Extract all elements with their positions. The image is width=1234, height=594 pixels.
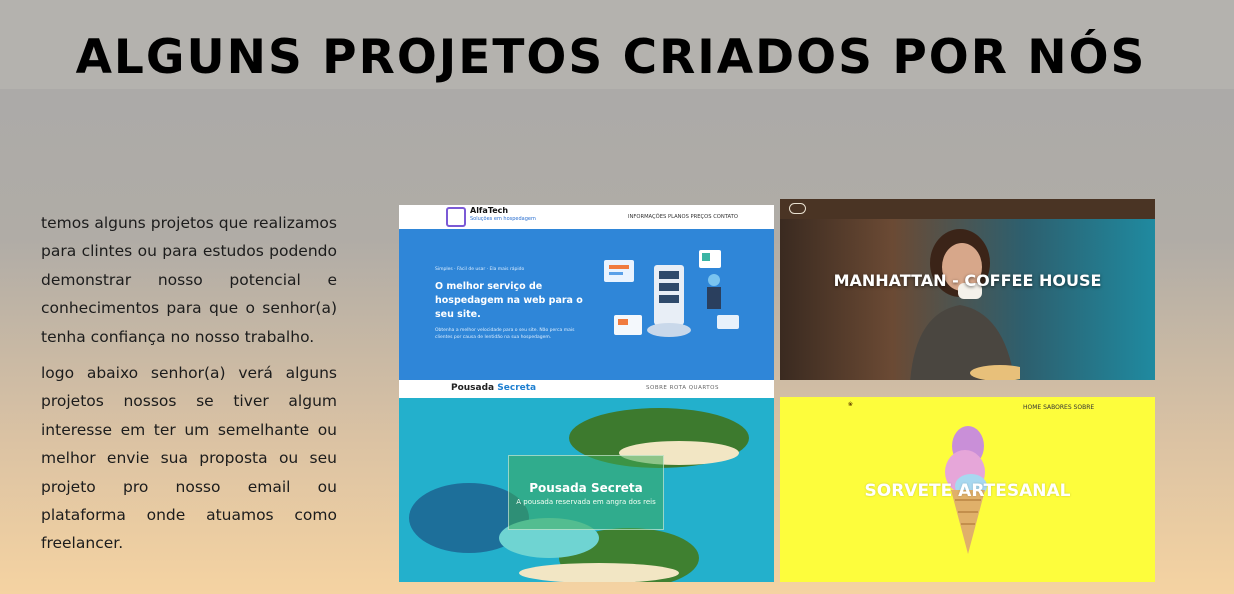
server-logo-icon <box>446 207 466 227</box>
pousada-brand-first: Pousada <box>451 383 495 393</box>
project-thumbnail-coffee[interactable]: MANHATTAN - COFFEE HOUSE <box>780 199 1155 380</box>
pousada-overlay: Pousada Secreta A pousada reservada em a… <box>508 455 664 530</box>
hosting-illustration-icon <box>604 250 739 337</box>
page-title: ALGUNS PROJETOS CRIADOS POR NÓS <box>75 30 1147 85</box>
intro-text: temos alguns projetos que realizamos par… <box>41 209 337 566</box>
project-thumbnail-sorvete[interactable]: ❀ HOME SABORES SOBRE SORVETE ARTESANAL <box>780 397 1155 582</box>
alfatech-brand: AlfaTech <box>470 206 509 215</box>
project-thumbnail-alfatech[interactable]: AlfaTech Soluções em hospedagem INFORMAÇ… <box>399 205 774 380</box>
woman-drinking-coffee-icon <box>910 229 1020 380</box>
pousada-brand: Pousada Secreta <box>451 383 536 393</box>
pousada-navbar: Pousada Secreta SOBRE ROTA QUARTOS <box>399 380 774 398</box>
alfatech-brand-sub: Soluções em hospedagem <box>470 216 536 222</box>
coffee-topbar <box>780 199 1155 219</box>
pousada-overlay-title: Pousada Secreta <box>529 481 643 495</box>
pousada-nav-links: SOBRE ROTA QUARTOS <box>646 385 719 391</box>
pousada-overlay-sub: A pousada reservada em angra dos reis <box>516 498 656 506</box>
pousada-brand-second: Secreta <box>497 383 537 393</box>
sorvete-logo-icon: ❀ <box>848 401 854 408</box>
alfatech-hero-heading: O melhor serviço de hospedagem na web pa… <box>435 281 583 320</box>
intro-paragraph-2: logo abaixo senhor(a) verá alguns projet… <box>41 364 337 553</box>
alfatech-tagline: Simples · Fácil de usar · Ela mais rápid… <box>435 267 525 272</box>
coffee-logo-icon <box>789 203 806 214</box>
sorvete-caption: SORVETE ARTESANAL <box>864 481 1071 501</box>
intro-paragraph-1: temos alguns projetos que realizamos par… <box>41 214 337 346</box>
sorvete-nav-links: HOME SABORES SOBRE <box>1023 404 1095 411</box>
alfatech-navbar: AlfaTech Soluções em hospedagem INFORMAÇ… <box>399 205 774 229</box>
project-thumbnail-pousada[interactable]: Pousada Secreta SOBRE ROTA QUARTOS Pousa… <box>399 380 774 582</box>
alfatech-hero-sub: Obtenha a melhor velocidade para o seu s… <box>435 328 575 340</box>
coffee-caption: MANHATTAN - COFFEE HOUSE <box>833 271 1102 290</box>
alfatech-nav-links: INFORMAÇÕES PLANOS PREÇOS CONTATO <box>628 214 738 220</box>
